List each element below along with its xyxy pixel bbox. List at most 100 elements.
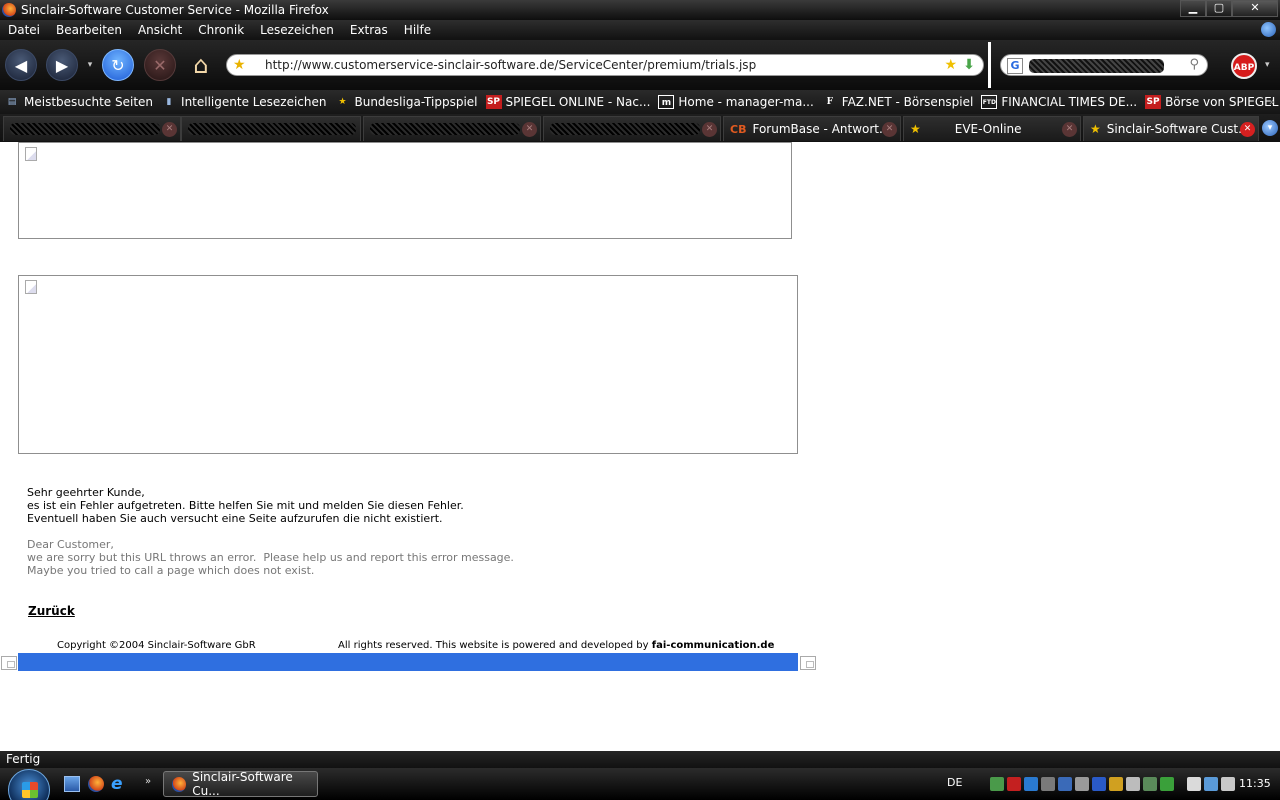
bookmark-spiegel-online[interactable]: SP SPIEGEL ONLINE - Nac...	[485, 95, 650, 109]
rights-text: All rights reserved. This website is pow…	[338, 640, 775, 651]
tray-bluetooth-icon[interactable]	[1092, 777, 1106, 791]
tray-ati-icon[interactable]	[1007, 777, 1021, 791]
tab-redacted-3[interactable]: ✕	[363, 116, 541, 141]
tray-security-icon[interactable]	[1160, 777, 1174, 791]
reload-button[interactable]: ↻	[102, 49, 134, 81]
menu-hilfe[interactable]: Hilfe	[404, 23, 431, 37]
tray-network-status-icon[interactable]	[1204, 777, 1218, 791]
url-text[interactable]: http://www.customerservice-sinclair-soft…	[265, 58, 756, 72]
bookmarks-bar: ▤ Meistbesuchte Seiten ▮ Intelligente Le…	[0, 90, 1280, 114]
redacted-tab-title	[370, 123, 520, 135]
smart-bookmark-icon: ▮	[166, 97, 172, 107]
site-identity-star-icon[interactable]: ★	[233, 57, 257, 73]
start-button[interactable]	[8, 769, 50, 800]
tray-sync-icon[interactable]	[1024, 777, 1038, 791]
folder-icon: ▤	[7, 97, 17, 107]
tray-app-icon[interactable]	[1041, 777, 1055, 791]
firefox-quicklaunch-icon[interactable]	[88, 776, 104, 792]
stop-button[interactable]: ✕	[144, 49, 176, 81]
tab-sinclair-software[interactable]: ★ Sinclair-Software Cust... ✕	[1083, 116, 1259, 141]
firefox-icon	[172, 776, 187, 792]
tab-list-button[interactable]: ▾	[1262, 120, 1278, 136]
firefox-icon	[2, 3, 16, 17]
menu-bearbeiten[interactable]: Bearbeiten	[56, 23, 122, 37]
star-icon: ★	[910, 122, 921, 136]
activity-globe-icon	[1261, 22, 1276, 37]
manager-magazin-icon: m	[658, 95, 675, 109]
tray-wifi-icon[interactable]	[1109, 777, 1123, 791]
maximize-button[interactable]: ▢	[1206, 0, 1232, 17]
tray-usb-icon[interactable]	[1143, 777, 1157, 791]
tab-close-icon[interactable]: ✕	[702, 122, 717, 137]
taskbar-firefox-window[interactable]: Sinclair-Software Cu...	[163, 770, 318, 798]
faz-icon: F	[826, 97, 833, 107]
error-message-german: Sehr geehrter Kunde, es ist ein Fehler a…	[27, 486, 464, 525]
tab-redacted-4[interactable]: ✕	[543, 116, 721, 141]
tab-redacted-1[interactable]: ✕	[3, 116, 181, 141]
redacted-tab-title	[188, 123, 356, 135]
menu-ansicht[interactable]: Ansicht	[138, 23, 182, 37]
bookmarks-overflow-chevron-icon[interactable]: »	[1269, 97, 1275, 108]
quicklaunch-overflow-chevron-icon[interactable]: »	[145, 776, 161, 792]
menu-chronik[interactable]: Chronik	[198, 23, 244, 37]
window-title: Sinclair-Software Customer Service - Moz…	[21, 3, 329, 17]
broken-image-icon	[1, 656, 17, 670]
search-box[interactable]: G ⚲	[1000, 54, 1208, 76]
spiegel-icon: SP	[1145, 95, 1162, 109]
tab-close-icon[interactable]: ✕	[882, 122, 897, 137]
bookmark-manager-magazin[interactable]: m Home - manager-ma...	[658, 95, 814, 109]
download-arrow-icon[interactable]: ⬇	[963, 57, 975, 73]
tab-redacted-2[interactable]	[181, 116, 361, 141]
forward-button[interactable]: ▶	[46, 49, 78, 81]
bookmark-faz[interactable]: F FAZ.NET - Börsenspiel	[822, 95, 974, 109]
tab-close-icon[interactable]: ✕	[1240, 122, 1255, 137]
back-link[interactable]: Zurück	[28, 604, 75, 618]
adblock-plus-button[interactable]: ABP	[1231, 53, 1257, 79]
tab-forumbase[interactable]: CB ForumBase - Antwort... ✕	[723, 116, 901, 141]
tab-eve-online[interactable]: ★ EVE-Online ✕	[903, 116, 1081, 141]
status-bar: Fertig	[0, 751, 1280, 768]
show-desktop-icon[interactable]	[64, 776, 80, 792]
broken-image-frame-middle	[18, 275, 798, 454]
history-dropdown-button[interactable]: ▾	[84, 49, 96, 81]
broken-image-icon	[25, 280, 37, 294]
bookmark-boerse-spiegel[interactable]: SP Börse von SPIEGEL ON...	[1145, 95, 1280, 109]
tab-close-icon[interactable]: ✕	[1062, 122, 1077, 137]
taskbar: e » Sinclair-Software Cu... DE 11:35	[0, 768, 1280, 800]
bookmark-intelligente[interactable]: ▮ Intelligente Lesezeichen	[161, 95, 327, 109]
tray-phone-icon[interactable]	[1187, 777, 1201, 791]
minimize-button[interactable]: ▁	[1180, 0, 1206, 17]
bookmark-ftd[interactable]: FTD FINANCIAL TIMES DE...	[981, 95, 1137, 109]
language-indicator[interactable]: DE	[947, 776, 962, 789]
forumbase-icon: CB	[730, 122, 747, 136]
back-button[interactable]: ◀	[5, 49, 37, 81]
close-button[interactable]: ✕	[1232, 0, 1278, 17]
tab-close-icon[interactable]: ✕	[522, 122, 537, 137]
volume-icon[interactable]	[1221, 777, 1235, 791]
google-icon[interactable]: G	[1007, 58, 1023, 74]
menu-datei[interactable]: Datei	[8, 23, 40, 37]
adblock-dropdown-icon[interactable]: ▾	[1265, 60, 1270, 70]
bookmark-bundesliga[interactable]: ★ Bundesliga-Tippspiel	[334, 95, 477, 109]
tray-drive-icon[interactable]	[1126, 777, 1140, 791]
tray-grid-icon[interactable]	[1075, 777, 1089, 791]
search-icon[interactable]: ⚲	[1189, 57, 1199, 72]
tab-close-icon[interactable]: ✕	[162, 122, 177, 137]
error-message-english: Dear Customer, we are sorry but this URL…	[27, 538, 514, 577]
taskbar-clock[interactable]: 11:35	[1239, 777, 1271, 790]
internet-explorer-icon[interactable]: e	[111, 776, 127, 793]
menu-lesezeichen[interactable]: Lesezeichen	[260, 23, 334, 37]
url-bar[interactable]: ★ http://www.customerservice-sinclair-so…	[226, 54, 984, 76]
home-button[interactable]: ⌂	[185, 49, 217, 81]
redacted-tab-title	[10, 123, 160, 135]
copyright-text: Copyright ©2004 Sinclair-Software GbR	[57, 640, 256, 651]
bookmark-star-icon[interactable]: ★	[944, 57, 957, 73]
bookmark-meistbesuchte[interactable]: ▤ Meistbesuchte Seiten	[4, 95, 153, 109]
tray-network-icon[interactable]	[990, 777, 1004, 791]
menu-extras[interactable]: Extras	[350, 23, 388, 37]
tray-monitor-icon[interactable]	[1058, 777, 1072, 791]
window-controls: ▁ ▢ ✕	[1180, 0, 1278, 17]
redacted-search-text[interactable]	[1029, 59, 1164, 73]
developer-link[interactable]: fai-communication.de	[652, 640, 775, 651]
spiegel-icon: SP	[485, 95, 502, 109]
